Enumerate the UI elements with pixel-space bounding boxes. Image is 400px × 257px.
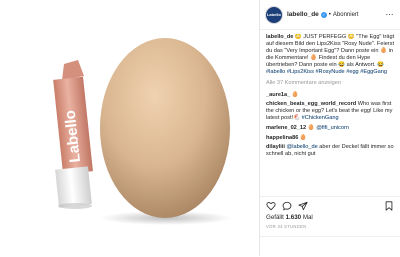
comment-text: 🥚 [298,134,307,141]
separator-dot: • [328,11,331,18]
post-timestamp: VOR 34 STUNDEN [266,224,307,229]
lipstick: Labello [53,60,93,209]
follow-status-button[interactable]: Abonniert [333,12,359,18]
comment-icon[interactable] [282,201,292,211]
comment-text: 🥚 [306,124,317,131]
post-sidebar: Labello labello_de ✓ • Abonniert ⋯ label… [259,0,400,256]
heart-icon[interactable] [266,201,276,211]
caption: labello_de 😳 JUST PERFEGG 😳 "The Egg" tr… [266,34,396,77]
caption-hashtags[interactable]: #labello #Lips2Kiss #RosyNude #egg #EggG… [266,69,387,75]
more-options-icon[interactable]: ⋯ [386,10,395,19]
likes-suffix: Mal [301,214,313,221]
username-link[interactable]: labello_de [287,11,319,18]
comment-username[interactable]: marlene_02_12 [266,125,306,131]
caption-username[interactable]: labello_de [266,34,293,40]
comment-text: 🥚 [290,91,299,98]
comment-mention[interactable]: @fifi_unicorn [316,125,349,131]
avatar[interactable]: Labello [266,6,282,23]
photo-canvas: Labello [53,38,232,225]
comment-item: chicken_beats_egg_world_record Who was f… [266,101,396,122]
comments-list: labello_de 😳 JUST PERFEGG 😳 "The Egg" tr… [266,34,396,201]
post-header: Labello labello_de ✓ • Abonniert ⋯ [260,0,400,30]
comment-username[interactable]: chicken_beats_egg_world_record [266,101,356,107]
comment-username[interactable]: _aure1a_ [266,92,290,98]
comment-item: _aure1a_ 🥚 [266,92,396,99]
likes-number: 1.630 [285,214,302,221]
comment-username[interactable]: dilayliii [266,144,285,150]
comment-mention[interactable]: @labello_de [287,144,318,150]
post-actions-bar [260,196,400,215]
comment-hashtag[interactable]: #ChickenGang [302,115,339,121]
comment-item: dilayliii @labello_de aber der Deckel fä… [266,144,396,158]
lipstick-cap [55,166,92,208]
comment-item: marlene_02_12 🥚 @fifi_unicorn [266,125,396,132]
bookmark-icon[interactable] [384,201,394,211]
comment-item: happelina86 🥚 [266,135,396,142]
post-photo[interactable]: Labello [0,0,257,256]
verified-badge-icon: ✓ [320,11,327,18]
share-icon[interactable] [298,201,308,211]
egg [100,38,230,218]
view-all-comments-link[interactable]: Alle 37 Kommentare anzeigen [266,80,396,87]
add-comment-area[interactable] [260,236,400,257]
likes-count[interactable]: Gefällt 1.630 Mal [266,214,313,221]
comment-username[interactable]: happelina86 [266,135,298,141]
lipstick-base [58,203,92,209]
likes-prefix: Gefällt [266,214,286,221]
